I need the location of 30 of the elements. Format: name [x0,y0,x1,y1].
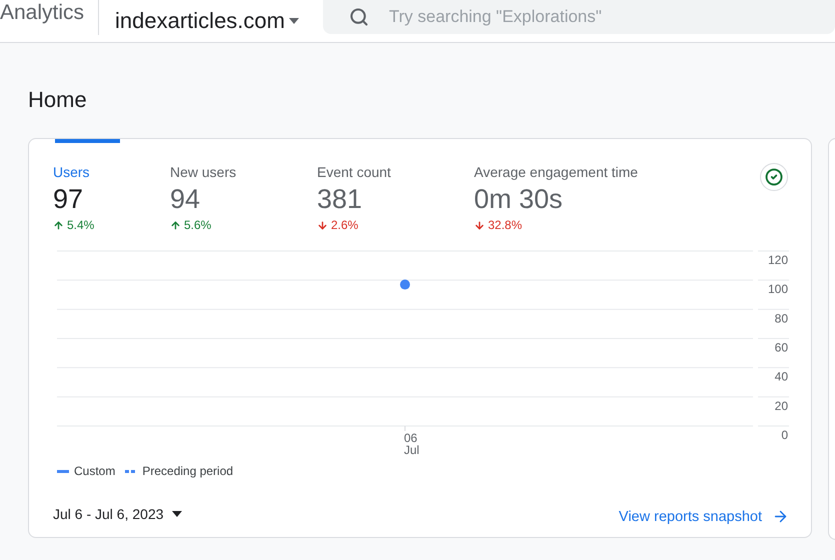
metric-tab[interactable]: Users 97 5.4% [53,139,170,232]
solid-line-icon [57,470,69,472]
x-axis-label: 06 Jul [404,432,420,456]
dashed-line-icon [125,470,138,472]
check-button[interactable] [760,163,788,191]
y-axis-label: 120 [768,253,788,267]
check-circle-icon [765,168,783,186]
y-axis-label: 40 [774,370,788,384]
search-field[interactable]: Try searching "Explorations" [322,0,835,34]
view-snapshot-link[interactable]: View reports snapshot [618,508,789,525]
metric-tab[interactable]: New users 94 5.6% [170,139,317,232]
metric-tab[interactable]: Event count 381 2.6% [317,139,474,232]
y-axis-label: 20 [774,398,788,413]
y-axis-label: 100 [768,282,788,296]
property-selector[interactable]: indexarticles.com [99,6,299,36]
y-axis-label: 60 [774,340,788,354]
date-range-selector[interactable]: Jul 6 - Jul 6, 2023 [53,506,182,522]
legend-item: Custom [57,464,116,478]
caret-icon [288,18,299,24]
caret-icon [172,510,182,516]
arrow-right-icon [772,508,789,525]
y-axis-label: 0 [781,428,788,442]
data-point [400,280,410,290]
search-icon [348,7,369,27]
y-axis-label: 80 [774,311,788,326]
page-title: Home [28,87,88,113]
product-name: Analytics [0,0,100,35]
metric-tab[interactable]: Average engagement time 0m 30s 32.8% [474,139,734,232]
search-input[interactable]: Try searching "Explorations" [386,6,691,28]
legend-item: Preceding period [125,464,234,478]
